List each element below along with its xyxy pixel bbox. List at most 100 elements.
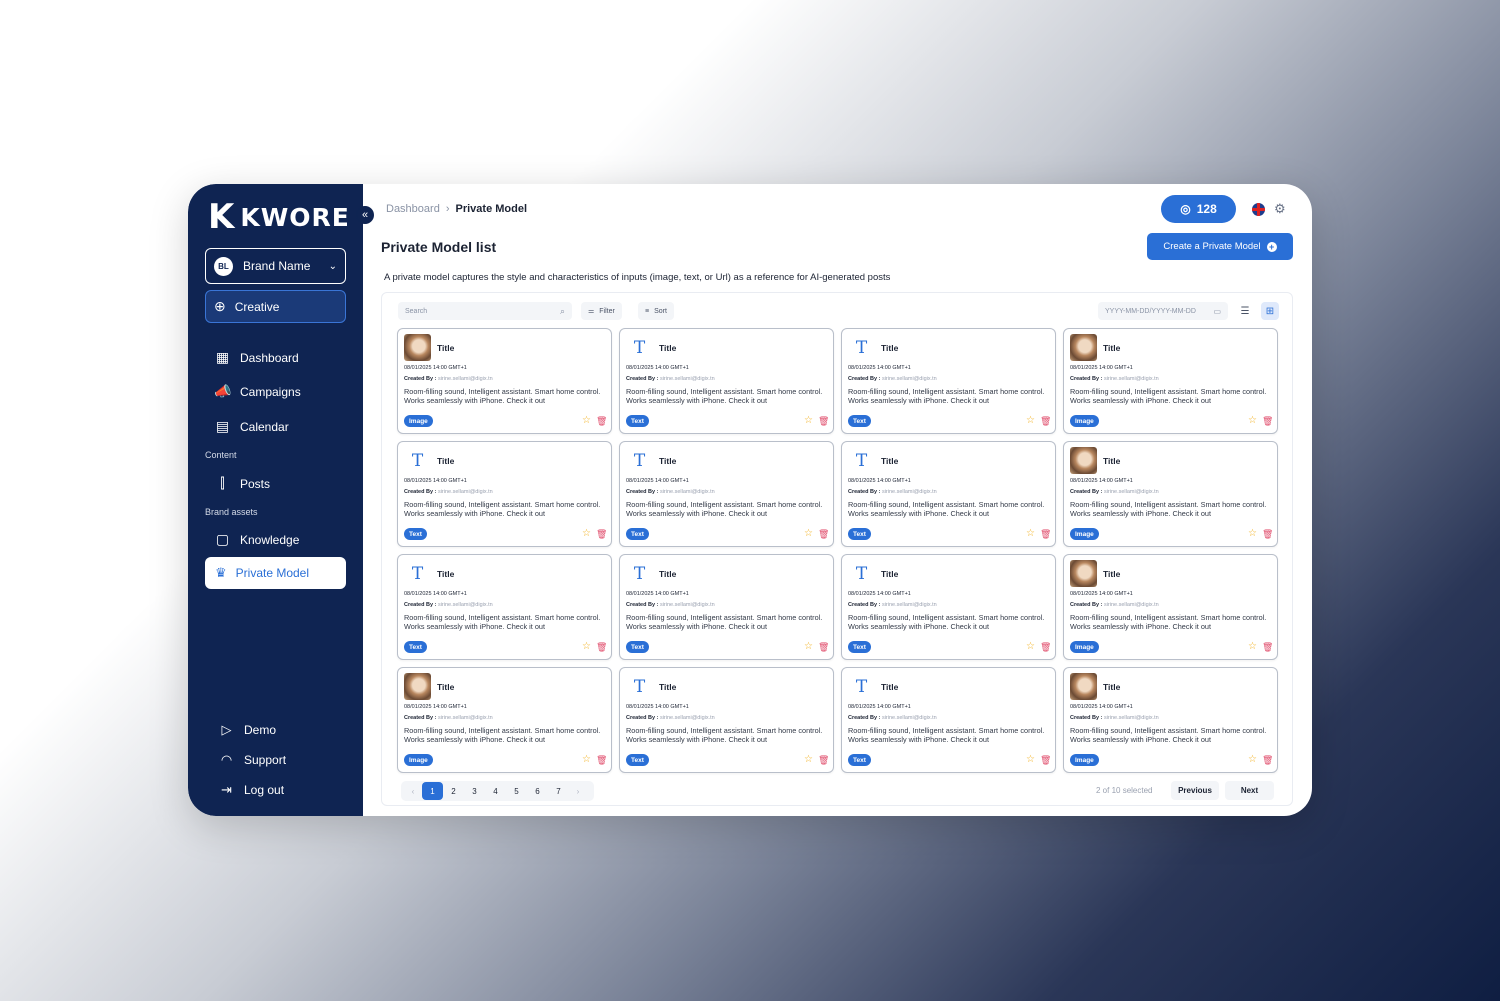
star-icon[interactable]: ☆ [1248, 641, 1257, 653]
search-input[interactable]: Search ⌕ [398, 302, 572, 320]
card-title: Title [437, 569, 455, 579]
collapse-sidebar-button[interactable]: « [356, 206, 374, 224]
sidebar-item-calendar[interactable]: ▤ Calendar [214, 418, 289, 435]
filter-button[interactable]: ⚌ Filter [581, 302, 622, 320]
model-card[interactable]: Title 08/01/2025 14:00 GMT+1 Created By … [1063, 554, 1278, 660]
star-icon[interactable]: ☆ [1248, 528, 1257, 540]
trash-icon[interactable]: 🗑 [1262, 415, 1273, 427]
trash-icon[interactable]: 🗑 [1040, 754, 1051, 766]
star-icon[interactable]: ☆ [804, 415, 813, 427]
pager-next-arrow-icon[interactable]: › [569, 782, 587, 800]
breadcrumb-parent[interactable]: Dashboard [386, 203, 440, 215]
type-tag: Text [404, 528, 427, 540]
sidebar-item-demo[interactable]: ▷ Demo [218, 722, 277, 738]
star-icon[interactable]: ☆ [1026, 528, 1035, 540]
next-button[interactable]: Next [1225, 781, 1274, 800]
crown-icon: ♛ [215, 565, 227, 580]
model-card[interactable]: T Title 08/01/2025 14:00 GMT+1 Created By… [841, 667, 1056, 773]
card-description: Room-filling sound, Intelligent assistan… [404, 613, 601, 631]
sidebar-item-knowledge[interactable]: ▢ Knowledge [214, 531, 300, 548]
trash-icon[interactable]: 🗑 [1262, 528, 1273, 540]
previous-button[interactable]: Previous [1171, 781, 1219, 800]
star-icon[interactable]: ☆ [582, 641, 591, 653]
model-card[interactable]: Title 08/01/2025 14:00 GMT+1 Created By … [397, 667, 612, 773]
star-icon[interactable]: ☆ [804, 754, 813, 766]
type-tag: Image [1070, 415, 1099, 427]
model-card[interactable]: T Title 08/01/2025 14:00 GMT+1 Created By… [619, 328, 834, 434]
model-card[interactable]: T Title 08/01/2025 14:00 GMT+1 Created By… [397, 441, 612, 547]
model-card[interactable]: T Title 08/01/2025 14:00 GMT+1 Created By… [619, 441, 834, 547]
page-number[interactable]: 7 [548, 782, 569, 800]
pager-prev-arrow-icon[interactable]: ‹ [404, 782, 422, 800]
sort-label: Sort [654, 307, 667, 315]
trash-icon[interactable]: 🗑 [1262, 754, 1273, 766]
credits-badge[interactable]: ◎ 128 [1161, 195, 1236, 223]
trash-icon[interactable]: 🗑 [596, 754, 607, 766]
card-author: Created By : sirine.sellami@digix.tn [404, 376, 493, 382]
sidebar-item-dashboard[interactable]: ▦ Dashboard [214, 349, 299, 366]
sidebar-item-private-model[interactable]: ♛ Private Model [205, 557, 346, 589]
credits-count: 128 [1196, 202, 1217, 216]
calendar-icon: ▭ [1213, 306, 1221, 316]
page-number[interactable]: 4 [485, 782, 506, 800]
trash-icon[interactable]: 🗑 [596, 528, 607, 540]
trash-icon[interactable]: 🗑 [1262, 641, 1273, 653]
trash-icon[interactable]: 🗑 [1040, 641, 1051, 653]
star-icon[interactable]: ☆ [582, 754, 591, 766]
model-card[interactable]: T Title 08/01/2025 14:00 GMT+1 Created By… [841, 328, 1056, 434]
page-number[interactable]: 5 [506, 782, 527, 800]
list-view-button[interactable]: ☰ [1236, 302, 1254, 320]
sidebar-item-posts[interactable]: ⫿ Posts [214, 475, 270, 492]
star-icon[interactable]: ☆ [1248, 415, 1257, 427]
star-icon[interactable]: ☆ [804, 641, 813, 653]
trash-icon[interactable]: 🗑 [818, 528, 829, 540]
trash-icon[interactable]: 🗑 [818, 754, 829, 766]
page-number[interactable]: 3 [464, 782, 485, 800]
card-author-prefix: Created By : [404, 376, 437, 382]
trash-icon[interactable]: 🗑 [818, 641, 829, 653]
model-card[interactable]: T Title 08/01/2025 14:00 GMT+1 Created By… [397, 554, 612, 660]
logo[interactable]: K KWORE [208, 200, 350, 234]
star-icon[interactable]: ☆ [1248, 754, 1257, 766]
model-card[interactable]: T Title 08/01/2025 14:00 GMT+1 Created By… [841, 554, 1056, 660]
language-flag-icon[interactable] [1252, 203, 1265, 216]
sidebar-item-logout[interactable]: ⇥ Log out [218, 782, 284, 798]
gear-icon[interactable]: ⚙ [1274, 201, 1286, 217]
creative-button[interactable]: ⊕ Creative [205, 290, 346, 323]
model-card[interactable]: Title 08/01/2025 14:00 GMT+1 Created By … [397, 328, 612, 434]
card-author: Created By : sirine.sellami@digix.tn [1070, 376, 1159, 382]
model-card[interactable]: Title 08/01/2025 14:00 GMT+1 Created By … [1063, 441, 1278, 547]
trash-icon[interactable]: 🗑 [596, 415, 607, 427]
page-number[interactable]: 1 [422, 782, 443, 800]
sidebar-item-label: Private Model [235, 566, 310, 580]
card-author: Created By : sirine.sellami@digix.tn [1070, 489, 1159, 495]
card-description: Room-filling sound, Intelligent assistan… [626, 387, 823, 405]
page-number[interactable]: 6 [527, 782, 548, 800]
model-card[interactable]: Title 08/01/2025 14:00 GMT+1 Created By … [1063, 667, 1278, 773]
main-content: Dashboard › Private Model ◎ 128 ⚙ Privat… [363, 184, 1312, 816]
model-card[interactable]: T Title 08/01/2025 14:00 GMT+1 Created By… [619, 554, 834, 660]
section-label-brand-assets: Brand assets [205, 507, 258, 517]
date-range-input[interactable]: YYYY-MM-DD/YYYY-MM-DD ▭ [1098, 302, 1228, 320]
star-icon[interactable]: ☆ [582, 528, 591, 540]
sidebar-item-support[interactable]: ◠ Support [218, 752, 286, 768]
star-icon[interactable]: ☆ [1026, 641, 1035, 653]
model-card[interactable]: T Title 08/01/2025 14:00 GMT+1 Created By… [841, 441, 1056, 547]
trash-icon[interactable]: 🗑 [818, 415, 829, 427]
star-icon[interactable]: ☆ [804, 528, 813, 540]
sidebar-item-campaigns[interactable]: 📣 Campaigns [214, 383, 301, 400]
model-card[interactable]: T Title 08/01/2025 14:00 GMT+1 Created By… [619, 667, 834, 773]
trash-icon[interactable]: 🗑 [1040, 528, 1051, 540]
calendar-icon: ▤ [215, 418, 230, 434]
star-icon[interactable]: ☆ [1026, 415, 1035, 427]
model-card[interactable]: Title 08/01/2025 14:00 GMT+1 Created By … [1063, 328, 1278, 434]
sort-button[interactable]: ≡ Sort [638, 302, 674, 320]
grid-view-button[interactable]: ⊞ [1261, 302, 1279, 320]
brand-select[interactable]: BL Brand Name ⌄ [205, 248, 346, 284]
star-icon[interactable]: ☆ [1026, 754, 1035, 766]
trash-icon[interactable]: 🗑 [596, 641, 607, 653]
trash-icon[interactable]: 🗑 [1040, 415, 1051, 427]
page-number[interactable]: 2 [443, 782, 464, 800]
star-icon[interactable]: ☆ [582, 415, 591, 427]
create-private-model-button[interactable]: Create a Private Model + [1147, 233, 1293, 260]
